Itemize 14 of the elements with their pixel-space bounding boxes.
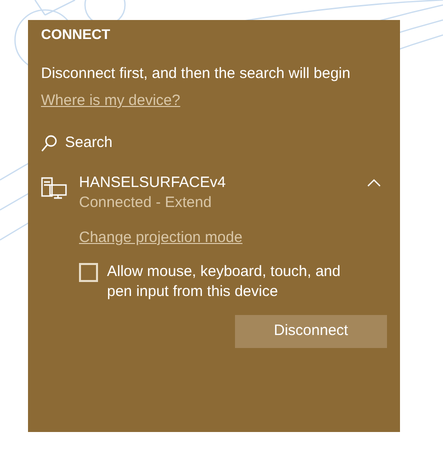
checkbox-label: Allow mouse, keyboard, touch, and pen input from this device	[107, 262, 342, 302]
disconnect-button[interactable]: Disconnect	[235, 315, 387, 348]
devices-icon	[41, 177, 67, 199]
search-icon	[41, 134, 57, 152]
device-status: Connected - Extend	[79, 193, 212, 213]
panel-title: CONNECT	[41, 25, 110, 43]
help-link[interactable]: Where is my device?	[41, 91, 180, 111]
checkbox[interactable]	[79, 263, 98, 282]
search-button[interactable]: Search	[41, 133, 113, 153]
message-text: Disconnect first, and then the search will begin	[41, 64, 350, 84]
projection-link[interactable]: Change projection mode	[79, 228, 242, 248]
device-name: HANSELSURFACEv4	[79, 173, 226, 193]
chevron-up-icon[interactable]	[367, 179, 381, 187]
device-item[interactable]: HANSELSURFACEv4 Connected - Extend	[41, 173, 387, 213]
